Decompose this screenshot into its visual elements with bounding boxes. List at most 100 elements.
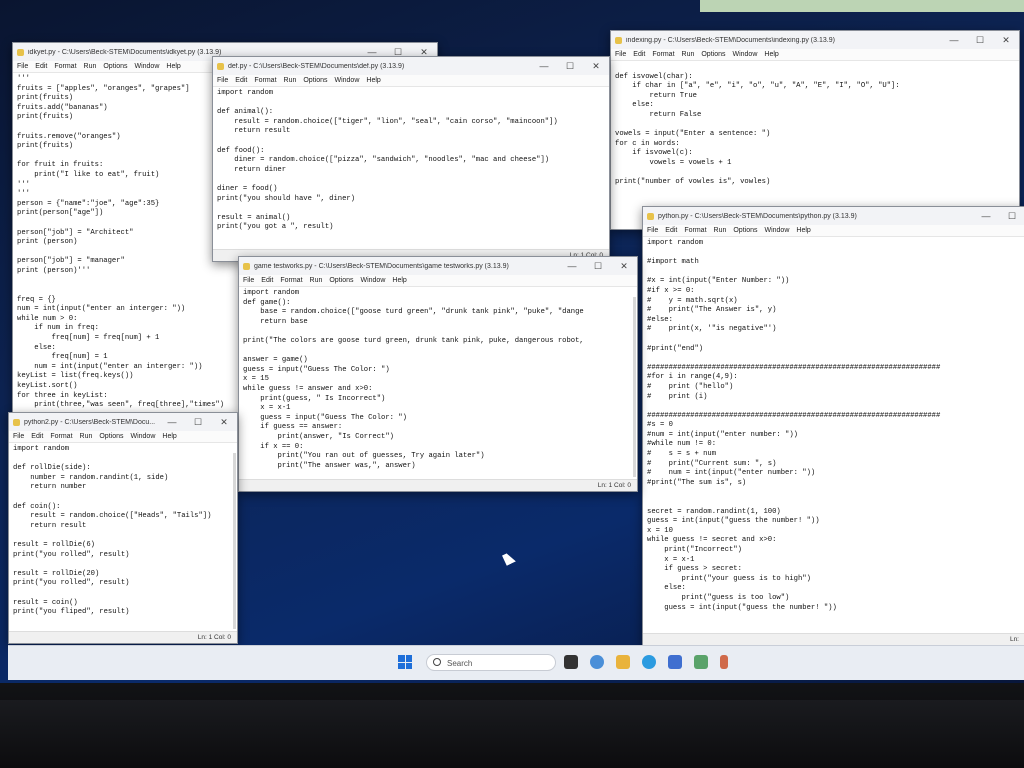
titlebar[interactable]: python2.py - C:\Users\Beck-STEM\Docu... … bbox=[9, 413, 237, 431]
status-bar: Ln: 1 Col: 0 bbox=[9, 631, 237, 643]
window-python[interactable]: python.py - C:\Users\Beck-STEM\Documents… bbox=[642, 206, 1024, 646]
menu-run[interactable]: Run bbox=[310, 277, 323, 284]
taskbar-search[interactable]: Search bbox=[426, 654, 556, 671]
window-python2[interactable]: python2.py - C:\Users\Beck-STEM\Docu... … bbox=[8, 412, 238, 644]
menu-format[interactable]: Format bbox=[684, 227, 706, 234]
maximize-icon[interactable]: ☐ bbox=[557, 61, 583, 72]
close-icon[interactable]: ✕ bbox=[211, 417, 237, 428]
code-editor[interactable]: import random def rollDie(side): number … bbox=[9, 443, 237, 620]
menu-format[interactable]: Format bbox=[54, 63, 76, 70]
minimize-icon[interactable]: — bbox=[159, 417, 185, 428]
menu-run[interactable]: Run bbox=[80, 433, 93, 440]
menu-edit[interactable]: Edit bbox=[31, 433, 43, 440]
menu-file[interactable]: File bbox=[13, 433, 24, 440]
menu-edit[interactable]: Edit bbox=[261, 277, 273, 284]
menu-file[interactable]: File bbox=[243, 277, 254, 284]
status-bar: Ln: bbox=[643, 633, 1024, 645]
window-title: def.py - C:\Users\Beck-STEM\Documents\de… bbox=[228, 62, 405, 70]
menu-window[interactable]: Window bbox=[732, 51, 757, 58]
menu-format[interactable]: Format bbox=[280, 277, 302, 284]
menu-run[interactable]: Run bbox=[682, 51, 695, 58]
desk-surface bbox=[0, 700, 1024, 768]
minimize-icon[interactable]: — bbox=[941, 35, 967, 46]
minimize-icon[interactable]: — bbox=[973, 211, 999, 222]
python-icon bbox=[217, 62, 224, 70]
status-bar: Ln: 1 Col: 0 bbox=[239, 479, 637, 491]
titlebar[interactable]: indexing.py - C:\Users\Beck-STEM\Documen… bbox=[611, 31, 1019, 49]
python-icon bbox=[17, 48, 24, 56]
maximize-icon[interactable]: ☐ bbox=[967, 35, 993, 46]
close-icon[interactable]: ✕ bbox=[611, 261, 637, 272]
copilot-icon[interactable] bbox=[590, 655, 604, 669]
edge-icon[interactable] bbox=[642, 655, 656, 669]
menu-file[interactable]: File bbox=[17, 63, 28, 70]
menu-format[interactable]: Format bbox=[50, 433, 72, 440]
python-icon bbox=[243, 262, 250, 270]
maximize-icon[interactable]: ☐ bbox=[999, 211, 1024, 222]
menubar: File Edit Format Run Options Window Help bbox=[239, 275, 637, 287]
code-editor[interactable]: import random def game(): base = random.… bbox=[239, 287, 637, 473]
menu-options[interactable]: Options bbox=[99, 433, 123, 440]
menu-format[interactable]: Format bbox=[652, 51, 674, 58]
maximize-icon[interactable]: ☐ bbox=[185, 417, 211, 428]
menu-options[interactable]: Options bbox=[701, 51, 725, 58]
window-game-testworks[interactable]: game testworks.py - C:\Users\Beck-STEM\D… bbox=[238, 256, 638, 492]
code-editor[interactable]: import random def animal(): result = ran… bbox=[213, 87, 609, 235]
window-indexing[interactable]: indexing.py - C:\Users\Beck-STEM\Documen… bbox=[610, 30, 1020, 230]
task-view-icon[interactable] bbox=[564, 655, 578, 669]
ambient-light bbox=[700, 0, 1024, 12]
menu-options[interactable]: Options bbox=[103, 63, 127, 70]
menu-window[interactable]: Window bbox=[134, 63, 159, 70]
menu-help[interactable]: Help bbox=[162, 433, 176, 440]
close-icon[interactable]: ✕ bbox=[583, 61, 609, 72]
maximize-icon[interactable]: ☐ bbox=[585, 261, 611, 272]
titlebar[interactable]: game testworks.py - C:\Users\Beck-STEM\D… bbox=[239, 257, 637, 275]
menu-run[interactable]: Run bbox=[84, 63, 97, 70]
menu-help[interactable]: Help bbox=[796, 227, 810, 234]
menu-window[interactable]: Window bbox=[764, 227, 789, 234]
menu-edit[interactable]: Edit bbox=[35, 63, 47, 70]
store-icon[interactable] bbox=[668, 655, 682, 669]
minimize-icon[interactable]: — bbox=[559, 261, 585, 272]
minimize-icon[interactable]: — bbox=[531, 61, 557, 72]
menu-run[interactable]: Run bbox=[714, 227, 727, 234]
desktop: idkyet.py - C:\Users\Beck-STEM\Documents… bbox=[0, 0, 1024, 690]
menu-file[interactable]: File bbox=[647, 227, 658, 234]
menu-options[interactable]: Options bbox=[329, 277, 353, 284]
window-title: python.py - C:\Users\Beck-STEM\Documents… bbox=[658, 212, 857, 220]
menu-help[interactable]: Help bbox=[764, 51, 778, 58]
menu-format[interactable]: Format bbox=[254, 77, 276, 84]
file-explorer-icon[interactable] bbox=[616, 655, 630, 669]
windows-start-icon[interactable] bbox=[398, 655, 412, 669]
menu-run[interactable]: Run bbox=[284, 77, 297, 84]
python-idle-icon[interactable] bbox=[694, 655, 708, 669]
window-title: idkyet.py - C:\Users\Beck-STEM\Documents… bbox=[28, 48, 222, 56]
menubar: File Edit Format Run Options Window Help bbox=[611, 49, 1019, 61]
menu-help[interactable]: Help bbox=[166, 63, 180, 70]
menu-help[interactable]: Help bbox=[366, 77, 380, 84]
window-title: game testworks.py - C:\Users\Beck-STEM\D… bbox=[254, 262, 509, 270]
close-icon[interactable]: ✕ bbox=[993, 35, 1019, 46]
menu-options[interactable]: Options bbox=[303, 77, 327, 84]
app-icon[interactable] bbox=[720, 655, 728, 669]
menu-window[interactable]: Window bbox=[130, 433, 155, 440]
menu-edit[interactable]: Edit bbox=[633, 51, 645, 58]
window-def[interactable]: def.py - C:\Users\Beck-STEM\Documents\de… bbox=[212, 56, 610, 262]
menu-window[interactable]: Window bbox=[360, 277, 385, 284]
python-icon bbox=[615, 36, 622, 44]
python-icon bbox=[647, 212, 654, 220]
menu-file[interactable]: File bbox=[217, 77, 228, 84]
scrollbar[interactable] bbox=[633, 297, 636, 477]
menu-edit[interactable]: Edit bbox=[235, 77, 247, 84]
menu-options[interactable]: Options bbox=[733, 227, 757, 234]
code-editor[interactable]: def isvowel(char): if char in ["a", "e",… bbox=[611, 61, 1019, 190]
titlebar[interactable]: def.py - C:\Users\Beck-STEM\Documents\de… bbox=[213, 57, 609, 75]
python-icon bbox=[13, 418, 20, 426]
menu-window[interactable]: Window bbox=[334, 77, 359, 84]
scrollbar[interactable] bbox=[233, 453, 236, 629]
menu-help[interactable]: Help bbox=[392, 277, 406, 284]
menu-file[interactable]: File bbox=[615, 51, 626, 58]
menu-edit[interactable]: Edit bbox=[665, 227, 677, 234]
code-editor[interactable]: import random #import math #x = int(inpu… bbox=[643, 237, 1024, 615]
titlebar[interactable]: python.py - C:\Users\Beck-STEM\Documents… bbox=[643, 207, 1024, 225]
